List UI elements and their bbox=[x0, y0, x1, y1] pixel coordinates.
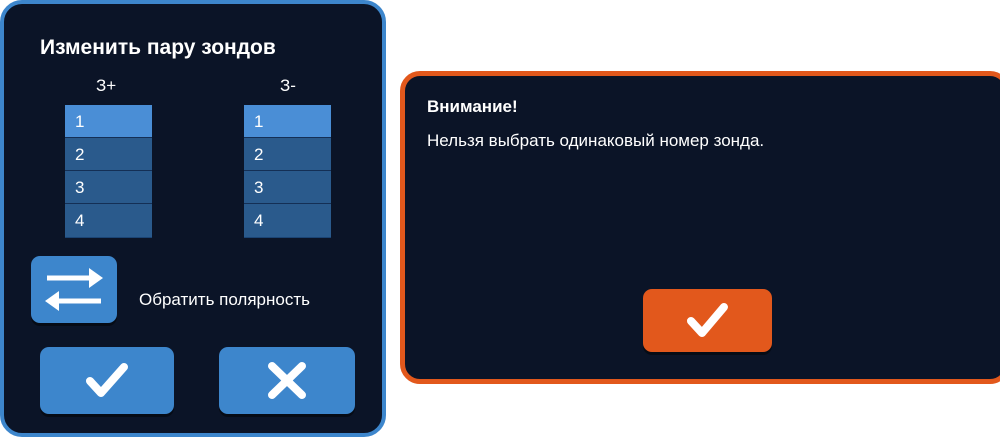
positive-column-header: З+ bbox=[96, 76, 117, 95]
close-icon bbox=[268, 362, 306, 399]
negative-probe-item-4[interactable]: 4 bbox=[244, 204, 331, 237]
warning-message: Нельзя выбрать одинаковый номер зонда. bbox=[427, 131, 765, 150]
negative-probe-item-1[interactable]: 1 bbox=[244, 105, 331, 138]
warning-dialog: Внимание! Нельзя выбрать одинаковый номе… bbox=[400, 71, 1000, 384]
swap-arrows-icon bbox=[45, 268, 103, 311]
negative-probe-item-2[interactable]: 2 bbox=[244, 138, 331, 171]
negative-column-header: З- bbox=[280, 76, 296, 95]
reverse-polarity-button[interactable] bbox=[31, 256, 117, 323]
probe-pair-title: Изменить пару зондов bbox=[40, 36, 276, 59]
ok-button[interactable] bbox=[643, 289, 772, 352]
warning-title: Внимание! bbox=[427, 97, 518, 116]
positive-probe-item-4[interactable]: 4 bbox=[65, 204, 152, 237]
positive-probe-list: 1 2 3 4 bbox=[65, 105, 152, 238]
cancel-button[interactable] bbox=[219, 347, 355, 414]
checkmark-icon bbox=[86, 363, 128, 397]
checkmark-icon bbox=[687, 303, 728, 337]
positive-probe-item-1[interactable]: 1 bbox=[65, 105, 152, 138]
reverse-polarity-label: Обратить полярность bbox=[139, 290, 310, 309]
negative-probe-item-3[interactable]: 3 bbox=[244, 171, 331, 204]
negative-probe-list: 1 2 3 4 bbox=[244, 105, 331, 238]
positive-probe-item-3[interactable]: 3 bbox=[65, 171, 152, 204]
positive-probe-item-2[interactable]: 2 bbox=[65, 138, 152, 171]
confirm-button[interactable] bbox=[40, 347, 174, 414]
probe-pair-dialog: Изменить пару зондов З+ З- 1 2 3 4 1 2 3… bbox=[0, 0, 386, 437]
